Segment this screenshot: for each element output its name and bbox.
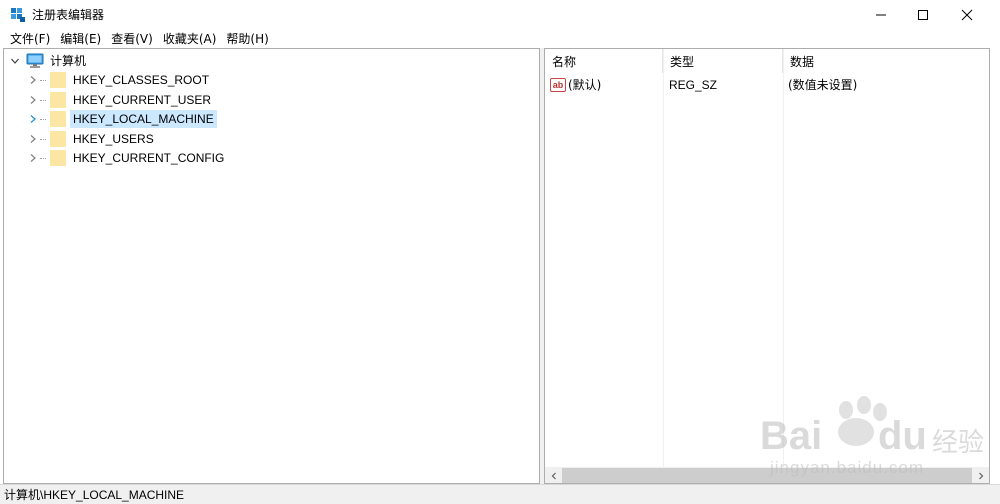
tree-label-computer: 计算机 xyxy=(50,54,87,68)
folder-icon xyxy=(50,131,66,147)
title-bar[interactable]: 注册表编辑器 xyxy=(0,0,1000,30)
list-header: 名称 类型 数据 xyxy=(545,49,989,73)
tree-connector xyxy=(40,118,46,120)
menu-file[interactable]: 文件(F) xyxy=(8,31,57,47)
tree-connector xyxy=(40,99,46,101)
computer-icon xyxy=(26,53,44,68)
menu-view[interactable]: 查看(V) xyxy=(108,31,160,47)
tree-label: HKEY_CLASSES_ROOT xyxy=(73,73,210,87)
menu-help[interactable]: 帮助(H) xyxy=(223,31,275,47)
tree-label: HKEY_CURRENT_CONFIG xyxy=(73,151,225,165)
value-data: (数值未设置) xyxy=(788,78,858,92)
folder-icon xyxy=(50,111,66,127)
minimize-icon xyxy=(876,14,886,16)
window-title: 注册表编辑器 xyxy=(32,8,105,22)
tree-connector xyxy=(40,138,46,140)
chevron-right-icon[interactable] xyxy=(28,95,38,105)
close-button[interactable] xyxy=(944,0,990,30)
horizontal-scrollbar[interactable] xyxy=(545,467,989,483)
registry-editor-app-icon xyxy=(11,8,25,22)
status-path-root: 计算机 xyxy=(4,488,41,502)
folder-icon xyxy=(50,92,66,108)
tree-item-hkey-users[interactable]: HKEY_USERS xyxy=(28,129,157,149)
maximize-icon xyxy=(918,10,928,20)
folder-icon xyxy=(50,72,66,88)
chevron-right-icon[interactable] xyxy=(28,75,38,85)
chevron-down-icon[interactable] xyxy=(10,56,20,66)
status-path: 计算机\HKEY_LOCAL_MACHINE xyxy=(4,487,184,503)
menu-bar: 文件(F) 编辑(E) 查看(V) 收藏夹(A) 帮助(H) xyxy=(0,30,1000,48)
folder-icon xyxy=(50,150,66,166)
menu-edit[interactable]: 编辑(E) xyxy=(57,31,108,47)
column-header-type[interactable]: 类型 xyxy=(663,49,783,73)
column-divider xyxy=(783,49,784,467)
scroll-right-button[interactable] xyxy=(972,467,989,483)
tree-connector xyxy=(40,157,46,159)
value-type: REG_SZ xyxy=(669,78,718,92)
registry-values-pane[interactable]: 名称 类型 数据 ab (默认) REG_SZ (数值未设置) xyxy=(544,48,990,484)
tree-item-hkey-classes-root[interactable]: HKEY_CLASSES_ROOT xyxy=(28,70,212,90)
string-value-icon: ab xyxy=(550,78,566,92)
close-icon xyxy=(961,9,973,21)
menu-favorites[interactable]: 收藏夹(A) xyxy=(160,31,224,47)
registry-editor-window: 注册表编辑器 文件(F) 编辑(E) 查看(V) 收藏夹(A) 帮助(H) 计算… xyxy=(0,0,1000,504)
scrollbar-thumb[interactable] xyxy=(562,468,972,483)
chevron-right-icon[interactable] xyxy=(28,134,38,144)
status-path-key: \HKEY_LOCAL_MACHINE xyxy=(40,488,185,502)
tree-item-hkey-current-user[interactable]: HKEY_CURRENT_USER xyxy=(28,90,214,110)
chevron-left-icon xyxy=(551,472,556,479)
maximize-button[interactable] xyxy=(900,0,946,30)
list-item[interactable]: ab (默认) REG_SZ (数值未设置) xyxy=(545,75,983,95)
tree-item-hkey-current-config[interactable]: HKEY_CURRENT_CONFIG xyxy=(28,148,227,168)
registry-tree-pane[interactable]: 计算机 HKEY_CLASSES_ROOT HKEY_CURRENT_USER xyxy=(3,48,540,484)
tree-label: HKEY_LOCAL_MACHINE xyxy=(70,110,217,128)
value-name: (默认) xyxy=(568,78,602,92)
column-header-name[interactable]: 名称 xyxy=(545,49,663,73)
chevron-right-icon[interactable] xyxy=(28,153,38,163)
chevron-right-icon xyxy=(978,472,983,479)
status-bar: 计算机\HKEY_LOCAL_MACHINE xyxy=(0,484,1000,504)
tree-item-computer[interactable]: 计算机 xyxy=(10,51,89,71)
column-divider xyxy=(663,49,664,467)
tree-label: HKEY_CURRENT_USER xyxy=(73,93,212,107)
scroll-left-button[interactable] xyxy=(545,467,562,483)
tree-item-hkey-local-machine[interactable]: HKEY_LOCAL_MACHINE xyxy=(28,109,217,129)
chevron-right-icon[interactable] xyxy=(28,114,38,124)
column-header-data[interactable]: 数据 xyxy=(783,49,989,73)
tree-connector xyxy=(40,79,46,81)
tree-label: HKEY_USERS xyxy=(73,132,154,146)
minimize-button[interactable] xyxy=(858,0,904,30)
